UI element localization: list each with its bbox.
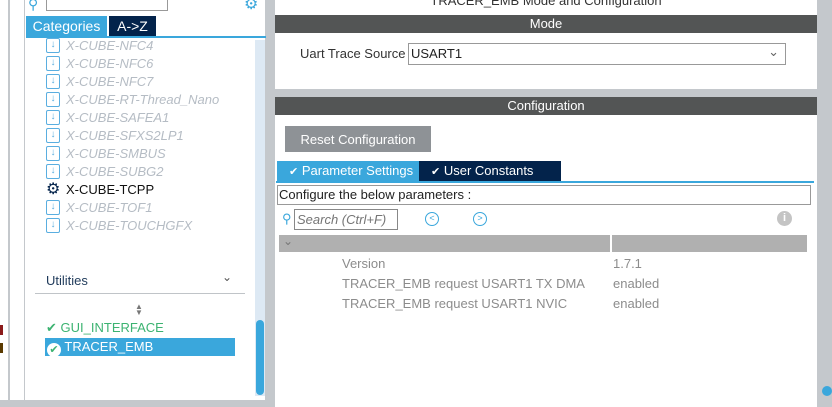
utility-gui-interface[interactable]: ✔ GUI_INTERFACE	[46, 320, 164, 336]
download-icon: ↓	[46, 91, 60, 107]
splitter[interactable]	[266, 0, 275, 407]
parameter-value[interactable]: 1.7.1	[613, 256, 642, 271]
utility-label: TRACER_EMB	[64, 339, 154, 354]
pack-label: X-CUBE-SFXS2LP1	[66, 127, 184, 143]
check-circle-icon: ✔	[289, 166, 299, 178]
edge-marker	[0, 343, 3, 353]
pack-search-input[interactable]	[46, 0, 168, 11]
utility-label: GUI_INTERFACE	[60, 320, 164, 335]
pack-item[interactable]: ↓ X-CUBE-NFC6	[46, 54, 153, 72]
pack-item[interactable]: ↓ X-CUBE-SMBUS	[46, 144, 166, 162]
configure-text: Configure the below parameters :	[277, 185, 811, 205]
download-icon: ↓	[46, 145, 60, 161]
parameter-name[interactable]: TRACER_EMB request USART1 NVIC	[342, 296, 567, 311]
download-icon: ↓	[46, 127, 60, 143]
page-title: TRACER_EMB Mode and Configuration	[430, 0, 662, 8]
check-icon: ✔	[46, 320, 57, 335]
download-icon: ↓	[46, 55, 60, 71]
pack-item[interactable]: ↓ X-CUBE-TOUCHGFX	[46, 216, 192, 234]
utility-tracer-emb[interactable]: ✔ TRACER_EMB	[45, 338, 235, 357]
gear-icon[interactable]: ⚙	[244, 0, 258, 14]
chevron-down-icon[interactable]: ⌄	[222, 270, 232, 284]
pack-item[interactable]: ↓ X-CUBE-NFC7	[46, 72, 153, 90]
uart-value: USART1	[411, 46, 463, 61]
utilities-label[interactable]: Utilities	[46, 273, 88, 288]
pack-item[interactable]: ↓ X-CUBE-SAFEA1	[46, 108, 169, 126]
pack-label: X-CUBE-RT-Thread_Nano	[66, 91, 220, 107]
divider	[275, 89, 817, 97]
tab-parameter-settings[interactable]: ✔ Parameter Settings	[277, 161, 419, 181]
tab-categories[interactable]: Categories	[26, 16, 107, 36]
parameter-value[interactable]: enabled	[613, 276, 659, 291]
parameter-name[interactable]: TRACER_EMB request USART1 TX DMA	[342, 276, 585, 291]
divider	[8, 0, 10, 407]
pack-label: X-CUBE-SAFEA1	[66, 109, 170, 125]
pack-label: X-CUBE-TCPP	[66, 181, 155, 197]
pack-label: X-CUBE-SMBUS	[66, 145, 166, 161]
right-border	[817, 0, 832, 407]
pack-item[interactable]: ↓ X-CUBE-TOF1	[46, 198, 152, 216]
divider	[35, 293, 245, 294]
download-icon: ↓	[46, 217, 60, 233]
parameter-name[interactable]: Version	[342, 256, 385, 271]
configuration-header: Configuration	[275, 97, 817, 115]
pack-item[interactable]: ↓ X-CUBE-SUBG2	[46, 162, 164, 180]
tab-a-z[interactable]: A->Z	[109, 16, 156, 36]
pack-label: X-CUBE-NFC6	[66, 55, 154, 71]
uart-select[interactable]: USART1 ⌄	[408, 43, 786, 65]
pack-label: X-CUBE-NFC7	[66, 73, 154, 89]
pack-label: X-CUBE-TOUCHGFX	[66, 217, 193, 233]
search-icon: ⚲	[28, 0, 39, 12]
pack-label: X-CUBE-SUBG2	[66, 163, 164, 179]
download-icon: ↓	[46, 109, 60, 125]
search-icon: ⚲	[282, 211, 292, 226]
table-header-name[interactable]: ⌄	[279, 234, 610, 252]
download-icon: ↓	[46, 37, 60, 53]
tab-underline	[276, 181, 814, 183]
pack-item[interactable]: ⚙ X-CUBE-TCPP	[46, 180, 154, 198]
pack-label: X-CUBE-NFC4	[66, 37, 154, 53]
chevron-down-icon[interactable]: ⌄	[283, 234, 293, 248]
pack-item[interactable]: ↓ X-CUBE-RT-Thread_Nano	[46, 90, 219, 108]
tab-label: User Constants	[443, 163, 534, 178]
scroll-indicator[interactable]	[822, 386, 832, 396]
pack-item[interactable]: ↓ X-CUBE-NFC4	[46, 36, 153, 54]
check-circle-icon: ✔	[47, 343, 61, 357]
gear-icon: ⚙	[46, 181, 61, 198]
next-icon[interactable]: >	[473, 212, 487, 226]
reset-configuration-button[interactable]: Reset Configuration	[285, 126, 431, 152]
sort-icon[interactable]: ▲ ▼	[135, 303, 143, 317]
pack-item[interactable]: ↓ X-CUBE-SFXS2LP1	[46, 126, 184, 144]
tab-user-constants[interactable]: ✔ User Constants	[419, 161, 561, 181]
edge-marker	[0, 325, 3, 335]
mode-header: Mode	[275, 15, 817, 33]
download-icon: ↓	[46, 73, 60, 89]
chevron-down-icon: ⌄	[768, 44, 779, 59]
download-icon: ↓	[46, 163, 60, 179]
parameter-value[interactable]: enabled	[613, 296, 659, 311]
scrollbar-thumb[interactable]	[256, 320, 264, 395]
tab-label: Parameter Settings	[301, 163, 414, 178]
check-circle-icon: ✔	[431, 166, 441, 178]
table-header-value[interactable]	[612, 235, 807, 252]
previous-icon[interactable]: <	[425, 212, 439, 226]
info-icon[interactable]: i	[777, 211, 792, 226]
uart-label: Uart Trace Source	[300, 46, 406, 61]
pack-label: X-CUBE-TOF1	[66, 199, 153, 215]
download-icon: ↓	[46, 199, 60, 215]
parameter-search-input[interactable]	[294, 209, 398, 230]
